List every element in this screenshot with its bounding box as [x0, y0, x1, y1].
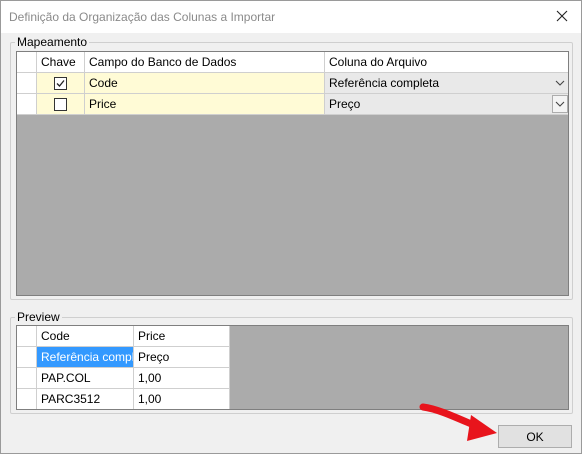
row-header[interactable]	[17, 368, 37, 389]
preview-cell[interactable]: Preço	[134, 347, 230, 368]
preview-group-label: Preview	[15, 310, 62, 324]
column-header-db-field[interactable]: Campo do Banco de Dados	[85, 52, 325, 73]
preview-row: Referência compl... Preço	[17, 347, 230, 368]
preview-grid: Code Price Referência compl... Preço PAP…	[16, 325, 569, 410]
mapping-header-row: Chave Campo do Banco de Dados Coluna do …	[17, 52, 568, 73]
row-header[interactable]	[17, 94, 37, 115]
file-column-value: Referência completa	[329, 76, 440, 90]
preview-cell[interactable]: 1,00	[134, 389, 230, 409]
preview-row: PAP.COL 1,00	[17, 368, 230, 389]
file-column-combo[interactable]: Preço	[325, 94, 568, 115]
chevron-down-icon[interactable]	[552, 95, 568, 113]
column-header-file-column[interactable]: Coluna do Arquivo	[325, 52, 568, 73]
mapping-row: Code Referência completa	[17, 73, 568, 94]
key-checkbox-cell[interactable]	[37, 94, 85, 115]
window-title: Definição da Organização das Colunas a I…	[9, 10, 276, 24]
db-field-cell: Code	[85, 73, 325, 94]
preview-cell[interactable]: PAP.COL	[37, 368, 134, 389]
row-header-corner	[17, 52, 37, 73]
ok-button[interactable]: OK	[498, 425, 572, 448]
mapping-group: Mapeamento Chave Campo do Banco de Dados…	[10, 35, 573, 300]
title-bar: Definição da Organização das Colunas a I…	[1, 1, 581, 33]
mapping-grid: Chave Campo do Banco de Dados Coluna do …	[16, 51, 569, 296]
file-column-combo[interactable]: Referência completa	[325, 73, 568, 94]
preview-cell[interactable]: 1,00	[134, 368, 230, 389]
annotation-arrow-icon	[419, 403, 497, 441]
preview-cell[interactable]: Referência compl...	[37, 347, 134, 368]
close-button[interactable]	[547, 3, 577, 29]
row-header[interactable]	[17, 347, 37, 368]
preview-header-row: Code Price	[17, 326, 230, 347]
column-header-key[interactable]: Chave	[37, 52, 85, 73]
key-checkbox-cell[interactable]	[37, 73, 85, 94]
row-header-corner	[17, 326, 37, 347]
chevron-down-icon[interactable]	[552, 74, 568, 92]
mapping-row: Price Preço	[17, 94, 568, 115]
key-checkbox[interactable]	[54, 97, 67, 111]
file-column-value: Preço	[329, 97, 361, 111]
column-header-price[interactable]: Price	[134, 326, 230, 347]
import-columns-dialog: Definição da Organização das Colunas a I…	[0, 0, 582, 454]
preview-row: PARC3512 1,00	[17, 389, 230, 409]
mapping-group-label: Mapeamento	[15, 35, 90, 49]
row-header[interactable]	[17, 389, 37, 409]
db-field-cell: Price	[85, 94, 325, 115]
preview-cell[interactable]: PARC3512	[37, 389, 134, 409]
key-checkbox[interactable]	[54, 76, 67, 90]
row-header[interactable]	[17, 73, 37, 94]
column-header-code[interactable]: Code	[37, 326, 134, 347]
checkmark-icon	[56, 79, 65, 87]
close-icon	[556, 10, 568, 22]
